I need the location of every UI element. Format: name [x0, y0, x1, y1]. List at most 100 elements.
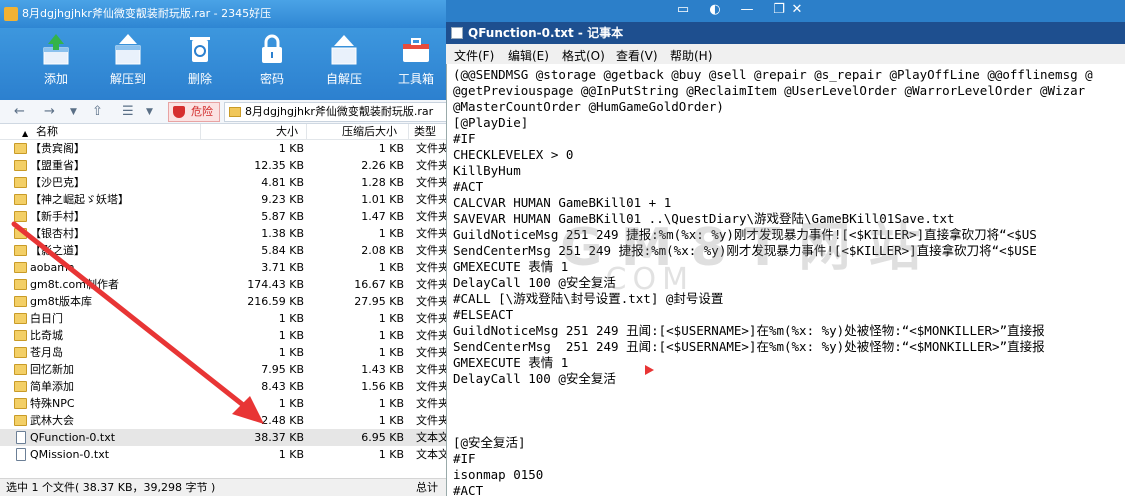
file-type: 文件夹: [416, 159, 449, 172]
text-line: CHECKLEVELEX > 0: [453, 147, 574, 162]
menu-format[interactable]: 格式(O): [562, 47, 605, 64]
file-name: 【银杏村】: [30, 227, 85, 240]
file-type: 文件夹: [416, 261, 449, 274]
file-row[interactable]: QFunction-0.txt 38.37 KB 6.95 KB 文本文: [0, 429, 452, 446]
view-dropdown-icon[interactable]: ▼: [146, 107, 153, 117]
delete-label: 删除: [187, 72, 212, 86]
up-folder-icon[interactable]: ⇧: [92, 104, 103, 119]
history-dropdown-icon[interactable]: ▼: [70, 107, 77, 117]
folder-icon: [14, 228, 27, 239]
file-row[interactable]: 【沙巴克】 4.81 KB 1.28 KB 文件夹: [0, 174, 452, 191]
file-row[interactable]: gm8t版本库 216.59 KB 27.95 KB 文件夹: [0, 293, 452, 310]
file-row[interactable]: 【新手村】 5.87 KB 1.47 KB 文件夹: [0, 208, 452, 225]
add-button-label: 添加: [43, 72, 68, 86]
status-total: 总计: [416, 481, 438, 494]
folder-icon: [14, 245, 27, 256]
archive-nav-bar: ← → ▼ ⇧ ☰ ▼ 危险 8月dgjhgjhkr斧仙微变靓装耐玩版.rar: [0, 100, 452, 124]
column-divider: [306, 124, 307, 140]
text-file-icon: [16, 448, 26, 461]
text-line: (@@SENDMSG @storage @getback @buy @sell …: [453, 67, 1093, 82]
password-button[interactable]: 密码: [240, 28, 304, 100]
folder-icon: [229, 107, 241, 117]
menu-file[interactable]: 文件(F): [454, 47, 494, 64]
text-line: #ACT: [453, 179, 484, 194]
file-row[interactable]: 武林大会 2.48 KB 1 KB 文件夹: [0, 412, 452, 429]
column-packed-size[interactable]: 压缩后大小: [342, 125, 397, 139]
notepad-outer-frame: ▭ ◐ — ❐ ✕: [446, 0, 1125, 22]
file-row[interactable]: gm8t.com制作者 174.43 KB 16.67 KB 文件夹: [0, 276, 452, 293]
file-name: 【盟重省】: [30, 159, 85, 172]
file-row[interactable]: 白日门 1 KB 1 KB 文件夹: [0, 310, 452, 327]
text-line: [453, 419, 1125, 435]
file-packed-size: 6.95 KB: [361, 431, 404, 444]
file-size: 216.59 KB: [247, 295, 304, 308]
menu-view[interactable]: 查看(V): [616, 47, 658, 64]
toolbox-button[interactable]: 工具箱: [384, 28, 448, 100]
file-type: 文件夹: [416, 363, 449, 376]
file-packed-size: 27.95 KB: [354, 295, 404, 308]
folder-icon: [14, 330, 27, 341]
file-row[interactable]: QMission-0.txt 1 KB 1 KB 文本文: [0, 446, 452, 463]
column-size[interactable]: 大小: [276, 125, 298, 139]
forward-arrow-icon[interactable]: →: [44, 104, 55, 119]
file-row[interactable]: 【贵宾阁】 1 KB 1 KB 文件夹: [0, 140, 452, 157]
text-line: SendCenterMsg 251 249 捷报:%m(%x: %y)刚才发现暴…: [453, 243, 1037, 258]
file-row[interactable]: aobama 3.71 KB 1 KB 文件夹: [0, 259, 452, 276]
archive-title: 8月dgjhgjhkr斧仙微变靓装耐玩版.rar - 2345好压: [22, 7, 272, 20]
back-arrow-icon[interactable]: ←: [14, 104, 25, 119]
file-row[interactable]: 【神之崛起ゞ妖塔】 9.23 KB 1.01 KB 文件夹: [0, 191, 452, 208]
password-label: 密码: [259, 72, 284, 86]
self-extract-icon: [331, 35, 357, 65]
text-line: [@PlayDie]: [453, 115, 529, 130]
danger-badge[interactable]: 危险: [168, 102, 220, 122]
file-row[interactable]: 【银杏村】 1.38 KB 1 KB 文件夹: [0, 225, 452, 242]
file-name: 武林大会: [30, 414, 74, 427]
path-text: 8月dgjhgjhkr斧仙微变靓装耐玩版.rar: [245, 105, 434, 118]
skin-icon[interactable]: ◐: [700, 0, 730, 20]
text-line: [453, 387, 1125, 403]
file-packed-size: 1 KB: [378, 312, 404, 325]
file-type: 文件夹: [416, 210, 449, 223]
file-row[interactable]: 特殊NPC 1 KB 1 KB 文件夹: [0, 395, 452, 412]
file-row[interactable]: 简单添加 8.43 KB 1.56 KB 文件夹: [0, 378, 452, 395]
text-file-icon: [16, 431, 26, 444]
extract-to-button[interactable]: 解压到: [96, 28, 160, 100]
folder-icon: [14, 296, 27, 307]
file-name: 【新手村】: [30, 210, 85, 223]
menu-edit[interactable]: 编辑(E): [508, 47, 549, 64]
file-row[interactable]: 【盟重省】 12.35 KB 2.26 KB 文件夹: [0, 157, 452, 174]
notepad-text-area[interactable]: (@@SENDMSG @storage @getback @buy @sell …: [446, 64, 1125, 496]
shield-icon: [173, 106, 185, 118]
file-size: 3.71 KB: [261, 261, 304, 274]
path-breadcrumb[interactable]: 8月dgjhgjhkr斧仙微变靓装耐玩版.rar: [224, 102, 452, 122]
minimize-icon[interactable]: —: [732, 0, 762, 20]
file-size: 1 KB: [278, 312, 304, 325]
text-line: GMEXECUTE 表情 1: [453, 355, 569, 370]
file-name: 【影之道】: [30, 244, 85, 257]
file-row[interactable]: 回忆新加 7.95 KB 1.43 KB 文件夹: [0, 361, 452, 378]
column-name[interactable]: 名称: [36, 125, 58, 139]
view-list-icon[interactable]: ☰: [122, 104, 134, 119]
notepad-window: ▭ ◐ — ❐ ✕ QFunction-0.txt - 记事本 文件(F) 编辑…: [446, 0, 1125, 496]
file-packed-size: 1 KB: [378, 448, 404, 461]
file-name: gm8t.com制作者: [30, 278, 119, 291]
file-row[interactable]: 【影之道】 5.84 KB 2.08 KB 文件夹: [0, 242, 452, 259]
close-icon[interactable]: ✕: [782, 0, 812, 20]
file-size: 174.43 KB: [247, 278, 304, 291]
file-size: 5.84 KB: [261, 244, 304, 257]
file-row[interactable]: 苍月岛 1 KB 1 KB 文件夹: [0, 344, 452, 361]
column-type[interactable]: 类型: [414, 125, 436, 139]
text-line: KillByHum: [453, 163, 521, 178]
feedback-icon[interactable]: ▭: [668, 0, 698, 20]
file-packed-size: 1.47 KB: [361, 210, 404, 223]
text-line: #ACT: [453, 483, 484, 496]
folder-icon: [14, 381, 27, 392]
self-extract-button[interactable]: 自解压: [312, 28, 376, 100]
menu-help[interactable]: 帮助(H): [670, 47, 712, 64]
file-row[interactable]: 比奇城 1 KB 1 KB 文件夹: [0, 327, 452, 344]
add-button[interactable]: 添加: [24, 28, 88, 100]
delete-button[interactable]: 删除: [168, 28, 232, 100]
file-packed-size: 2.08 KB: [361, 244, 404, 257]
archive-toolbar: 添加 解压到 删除 密码 自解压 工具箱: [0, 28, 452, 100]
file-packed-size: 1 KB: [378, 227, 404, 240]
